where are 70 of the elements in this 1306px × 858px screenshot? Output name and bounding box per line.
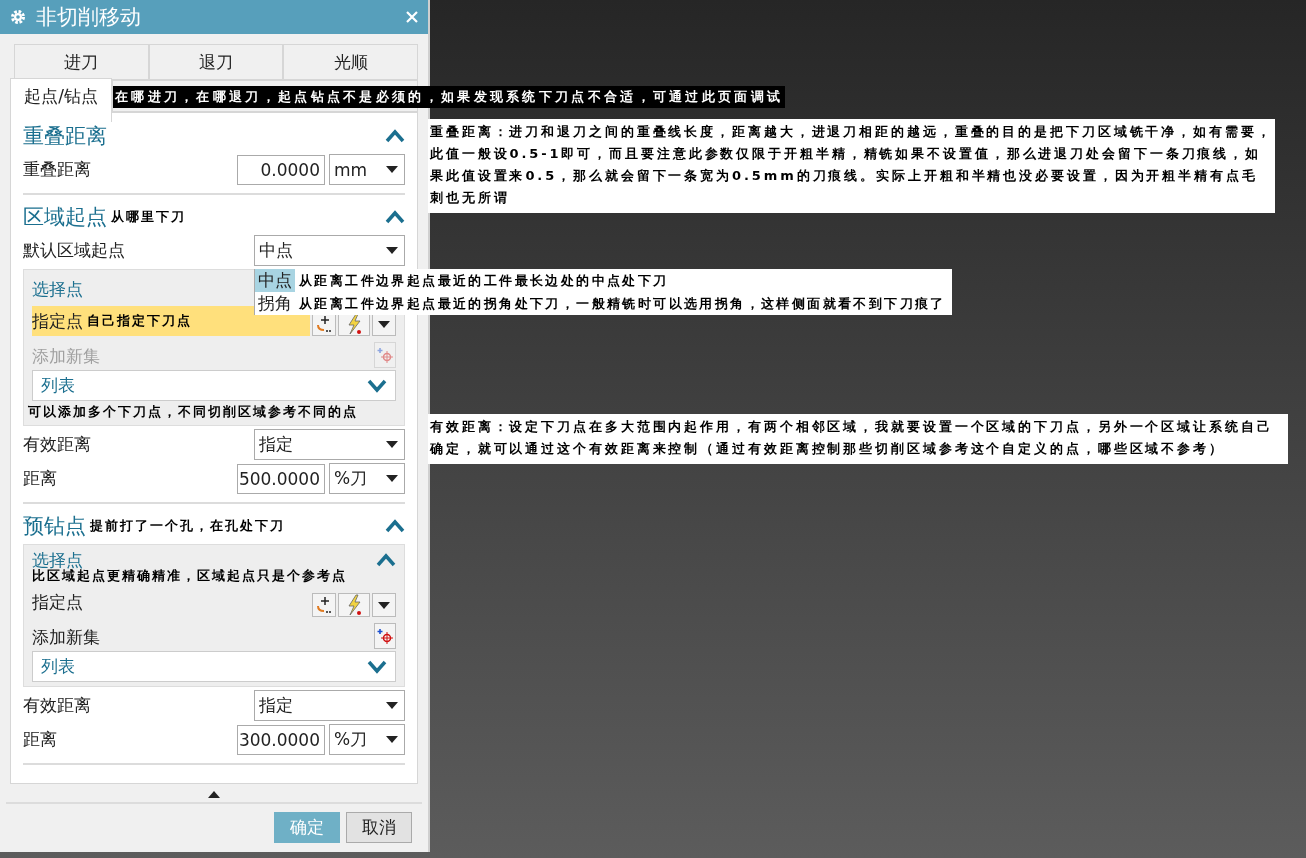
field-label: 有效距离 [23, 694, 92, 717]
point-dialog-button[interactable] [312, 593, 336, 617]
number-field[interactable]: 500.0000 [237, 463, 325, 494]
annotation-note: 提前打了一个孔，在孔处下刀 [90, 517, 285, 535]
caret-down-icon [386, 247, 398, 254]
section-title: 区域起点 [23, 204, 107, 231]
caret-down-icon [386, 441, 398, 448]
point-plus-icon [316, 315, 332, 333]
caret-down-icon [386, 736, 398, 743]
unit-select[interactable]: %刀 [329, 463, 405, 494]
field-label: 有效距离 [23, 433, 92, 456]
point-type-button[interactable] [338, 593, 370, 617]
point-type-dropdown[interactable] [372, 593, 396, 617]
caret-down-icon [386, 475, 398, 482]
annotation-note: 比区域起点更精确精准，区域起点只是个参考点 [32, 568, 348, 585]
annotation-note: 自己指定下刀点 [87, 312, 192, 330]
group-title: 选择点 [32, 548, 83, 570]
cancel-button[interactable]: 取消 [346, 812, 412, 843]
collapse-arrow-icon[interactable] [208, 791, 220, 798]
tab[interactable]: 退刀 [148, 44, 284, 80]
chevron-up-icon[interactable] [385, 129, 405, 143]
field-label: 默认区域起点 [23, 239, 126, 262]
list-label: 列表 [41, 655, 76, 678]
field-label: 重叠距离 [23, 158, 92, 181]
tab[interactable]: 光顺 [283, 44, 418, 80]
group-title: 选择点 [32, 277, 83, 301]
annotation-note: 在哪进刀，在哪退刀，起点钻点不是必须的，如果发现系统下刀点不合适，可通过此页面调试 [113, 86, 786, 108]
chevron-up-icon[interactable] [385, 519, 405, 533]
number-field[interactable]: 0.0000 [237, 154, 325, 185]
option-select[interactable]: 中点 [254, 235, 405, 266]
add-new-set-label: 添加新集 [32, 345, 101, 368]
caret-down-icon [378, 320, 390, 328]
section-title: 预钻点 [23, 513, 86, 540]
tab[interactable]: 进刀 [14, 44, 149, 80]
specify-point-label: 指定点 [32, 590, 83, 614]
unit-select[interactable]: %刀 [329, 724, 405, 755]
list-label: 列表 [41, 374, 76, 397]
chevron-down-icon[interactable] [367, 659, 387, 674]
number-field[interactable]: 300.0000 [237, 724, 325, 755]
tab[interactable]: 起点/钻点 [10, 78, 112, 122]
list-panel[interactable]: 列表 [32, 370, 396, 401]
specify-point-row[interactable]: 指定点 [32, 587, 310, 617]
settings-icon[interactable] [10, 9, 26, 25]
add-new-set-label: 添加新集 [32, 626, 101, 649]
close-icon[interactable] [406, 11, 418, 23]
option-select[interactable]: 指定 [254, 429, 405, 460]
field-label: 距离 [23, 728, 58, 751]
option-select[interactable]: 指定 [254, 690, 405, 721]
add-set-button[interactable] [374, 623, 396, 649]
chevron-up-icon[interactable] [376, 553, 396, 567]
dropdown-option[interactable]: 中点 [254, 269, 295, 292]
unit-select[interactable]: mm [329, 154, 405, 185]
point-plus-icon [316, 596, 332, 614]
annotation-note: 从哪里下刀 [111, 208, 186, 226]
annotation-note: 重叠距离：进刀和退刀之间的重叠线长度，距离越大，进退刀相距的越远，重叠的目的是把下刀区域铣干净，如有需要，此值一般设0.5-1即可，而且要注意此参数仅限于开粗半精，精铣如果不设置值，那么进退刀处会留下一条刀痕线，如果此值设置来0.5，那么就会留下一条宽为0.5mm的刀痕线。实际上开粗和半精也没必要设置，因为开粗半精有点毛刺也无所谓 [428, 119, 1275, 213]
window-title: 非切削移动 [36, 4, 142, 31]
caret-down-icon [378, 601, 390, 609]
list-panel[interactable]: 列表 [32, 651, 396, 682]
caret-down-icon [386, 702, 398, 709]
chevron-up-icon[interactable] [385, 210, 405, 224]
field-label: 距离 [23, 467, 58, 490]
specify-point-label: 指定点 [32, 309, 83, 333]
chevron-down-icon[interactable] [367, 378, 387, 393]
crosshair-add-icon [377, 628, 393, 644]
annotation-note: 有效距离：设定下刀点在多大范围内起作用，有两个相邻区域，我就要设置一个区域的下刀点，另外一个区域让系统自己确定，就可以通过这个有效距离来控制（通过有效距离控制那些切削区域参考这个自定义的点，哪些区域不参考） [428, 414, 1288, 464]
annotation-note: 从距离工件边界起点最近的工件最长边处的中点处下刀 [298, 271, 670, 290]
section-title: 重叠距离 [23, 123, 107, 150]
annotation-note: 可以添加多个下刀点，不同切削区域参考不同的点 [28, 403, 359, 421]
caret-down-icon [386, 166, 398, 173]
crosshair-add-icon [377, 347, 393, 363]
